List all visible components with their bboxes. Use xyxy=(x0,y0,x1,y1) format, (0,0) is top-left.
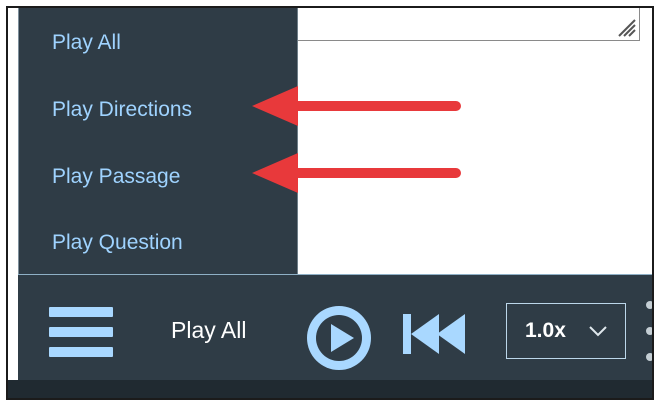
audio-player-bar: Play All 1.0x xyxy=(18,274,652,381)
current-track-label: Play All xyxy=(171,317,247,343)
bottom-bar xyxy=(8,380,652,398)
annotation-arrow-directions xyxy=(252,86,461,126)
menu-item-play-question[interactable]: Play Question xyxy=(52,230,183,256)
playback-speed-select[interactable]: 1.0x xyxy=(506,303,626,359)
screenshot-frame: Play All Play Directions Play Passage Pl… xyxy=(6,6,654,400)
menu-item-play-all[interactable]: Play All xyxy=(52,30,121,56)
menu-item-play-directions[interactable]: Play Directions xyxy=(52,97,192,123)
menu-item-play-passage[interactable]: Play Passage xyxy=(52,164,180,190)
hamburger-icon[interactable] xyxy=(49,307,113,357)
chevron-down-icon xyxy=(589,326,607,337)
kebab-menu-icon[interactable] xyxy=(646,301,652,361)
rewind-icon[interactable] xyxy=(403,314,469,354)
text-input-area[interactable] xyxy=(253,8,640,41)
annotation-arrow-passage xyxy=(252,153,461,193)
resize-handle-icon[interactable] xyxy=(613,14,637,38)
play-icon[interactable] xyxy=(305,304,373,372)
play-options-menu: Play All Play Directions Play Passage Pl… xyxy=(18,8,298,274)
playback-speed-value: 1.0x xyxy=(525,319,566,342)
